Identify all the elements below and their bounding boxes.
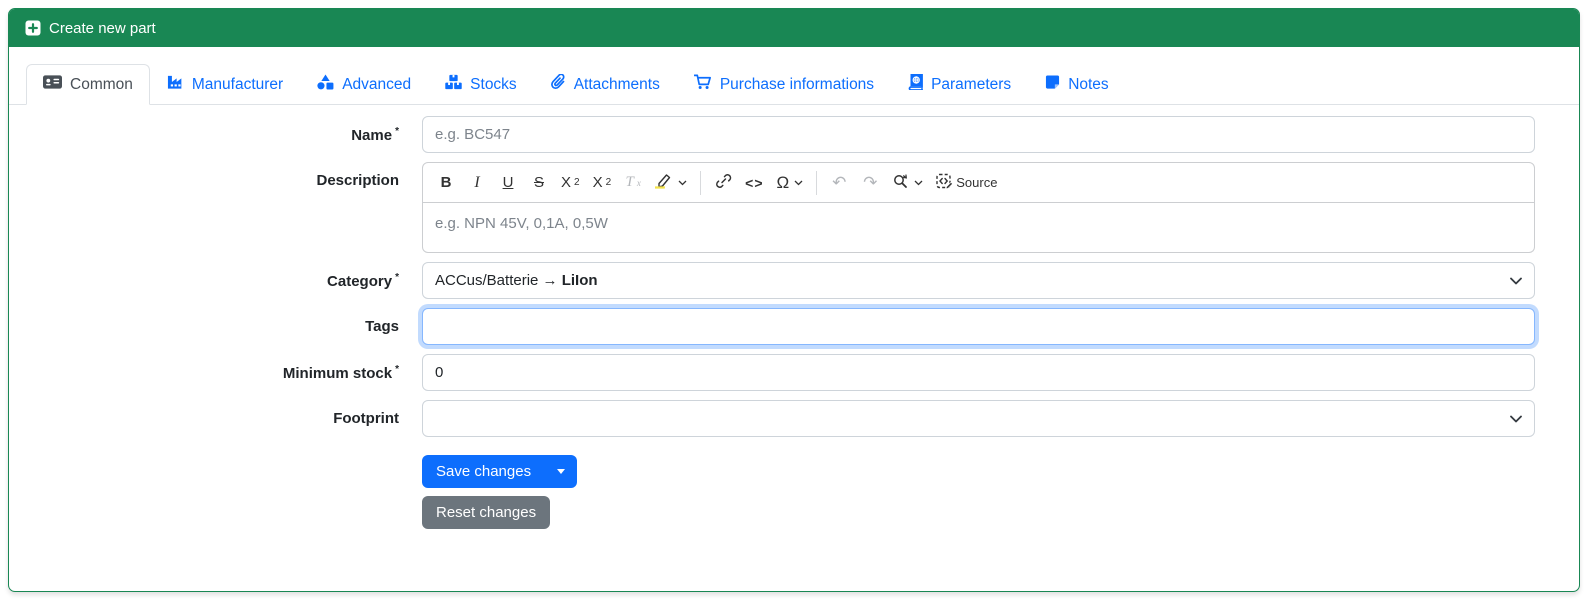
save-button-group: Save changes <box>422 455 578 488</box>
description-row: Description B I U S X2 X2 Tx <> Ω ↶ ↷ So… <box>25 162 1535 253</box>
footprint-select[interactable] <box>422 400 1535 437</box>
source-editing-icon <box>936 173 954 193</box>
special-characters-button[interactable]: Ω <box>771 168 810 198</box>
reset-button[interactable]: Reset changes <box>422 496 551 529</box>
link-icon <box>715 173 732 193</box>
book-atlas-icon <box>908 73 923 95</box>
tab-parameters[interactable]: Parameters <box>891 64 1028 105</box>
industry-icon <box>167 74 184 95</box>
form-actions: Save changes Reset changes <box>422 455 1535 529</box>
tab-stocks[interactable]: Stocks <box>428 64 534 105</box>
highlight-button[interactable] <box>649 168 693 198</box>
footprint-label: Footprint <box>333 410 399 427</box>
italic-button[interactable]: I <box>462 168 492 198</box>
tab-label: Notes <box>1068 75 1109 93</box>
required-asterisk: * <box>395 363 399 375</box>
square-plus-icon <box>25 20 41 36</box>
shapes-icon <box>317 74 334 95</box>
address-card-icon <box>43 74 62 95</box>
description-editor: B I U S X2 X2 Tx <> Ω ↶ ↷ Source e.g. NP… <box>422 162 1535 253</box>
tab-label: Attachments <box>573 75 660 93</box>
bold-button[interactable]: B <box>431 168 461 198</box>
chevron-down-icon <box>1510 415 1522 423</box>
code-button[interactable]: <> <box>739 168 769 198</box>
chevron-down-icon <box>794 180 803 186</box>
find-replace-icon <box>892 173 909 193</box>
tab-label: Purchase informations <box>719 75 875 93</box>
undo-button[interactable]: ↶ <box>824 168 854 198</box>
shopping-cart-icon <box>693 74 712 95</box>
arrow-icon: → <box>542 272 558 289</box>
link-button[interactable] <box>708 168 738 198</box>
tab-manufacturer[interactable]: Manufacturer <box>150 64 300 105</box>
minimum-stock-row: Minimum stock * <box>25 354 1535 391</box>
superscript-button[interactable]: X2 <box>587 168 618 198</box>
required-asterisk: * <box>395 125 399 137</box>
subscript-button[interactable]: X2 <box>555 168 586 198</box>
tab-common[interactable]: Common <box>26 64 150 105</box>
tab-attachments[interactable]: Attachments <box>534 64 677 105</box>
toolbar-divider <box>816 170 818 195</box>
toolbar-divider <box>700 170 702 195</box>
source-button[interactable]: Source <box>930 168 1003 198</box>
name-row: Name * <box>25 116 1535 153</box>
description-label: Description <box>316 172 399 189</box>
tab-advanced[interactable]: Advanced <box>300 64 428 105</box>
page-title: Create new part <box>49 19 156 37</box>
save-button[interactable]: Save changes <box>422 455 545 488</box>
boxes-stacked-icon <box>445 74 462 95</box>
tab-label: Common <box>70 75 133 93</box>
tab-label: Parameters <box>931 75 1012 93</box>
caret-down-icon <box>557 469 566 474</box>
create-part-form: Name * Description B I U S X2 X2 Tx <box>9 116 1579 529</box>
save-dropdown-toggle[interactable] <box>545 455 577 488</box>
create-part-card: Create new part Common Manufacturer Adva… <box>8 8 1580 592</box>
category-row: Category * ACCus/Batterie → LiIon <box>25 262 1535 299</box>
card-header: Create new part <box>9 9 1579 47</box>
minimum-stock-label: Minimum stock * <box>282 363 399 382</box>
tab-label: Manufacturer <box>191 75 284 93</box>
highlight-marker-icon <box>653 173 673 193</box>
category-selected: LiIon <box>561 272 598 289</box>
editor-toolbar: B I U S X2 X2 Tx <> Ω ↶ ↷ Source <box>422 162 1535 203</box>
tab-label: Stocks <box>470 75 517 93</box>
tags-input[interactable] <box>422 308 1535 345</box>
chevron-down-icon <box>678 180 687 186</box>
find-replace-button[interactable] <box>886 168 929 198</box>
description-editable[interactable]: e.g. NPN 45V, 0,1A, 0,5W <box>422 203 1535 253</box>
strikethrough-button[interactable]: S <box>524 168 554 198</box>
required-asterisk: * <box>395 271 399 283</box>
sticky-note-icon <box>1045 74 1060 95</box>
paperclip-icon <box>550 73 566 95</box>
category-path: ACCus/Batterie <box>435 272 539 289</box>
tags-label: Tags <box>365 318 399 335</box>
redo-button[interactable]: ↷ <box>855 168 885 198</box>
category-label: Category * <box>327 271 399 290</box>
tab-notes[interactable]: Notes <box>1028 64 1126 105</box>
name-input[interactable] <box>422 116 1535 153</box>
tab-label: Advanced <box>342 75 412 93</box>
tags-row: Tags <box>25 308 1535 345</box>
category-select[interactable]: ACCus/Batterie → LiIon <box>422 262 1535 299</box>
omega-icon: Ω <box>776 172 790 192</box>
chevron-down-icon <box>914 180 923 186</box>
tab-purchase-informations[interactable]: Purchase informations <box>677 64 891 105</box>
underline-button[interactable]: U <box>493 168 523 198</box>
chevron-down-icon <box>1510 277 1522 285</box>
name-label: Name * <box>351 125 399 144</box>
minimum-stock-input[interactable] <box>422 354 1535 391</box>
remove-format-button[interactable]: Tx <box>618 168 648 198</box>
footprint-row: Footprint <box>25 400 1535 437</box>
tab-bar: Common Manufacturer Advanced Stocks Atta… <box>9 64 1579 105</box>
